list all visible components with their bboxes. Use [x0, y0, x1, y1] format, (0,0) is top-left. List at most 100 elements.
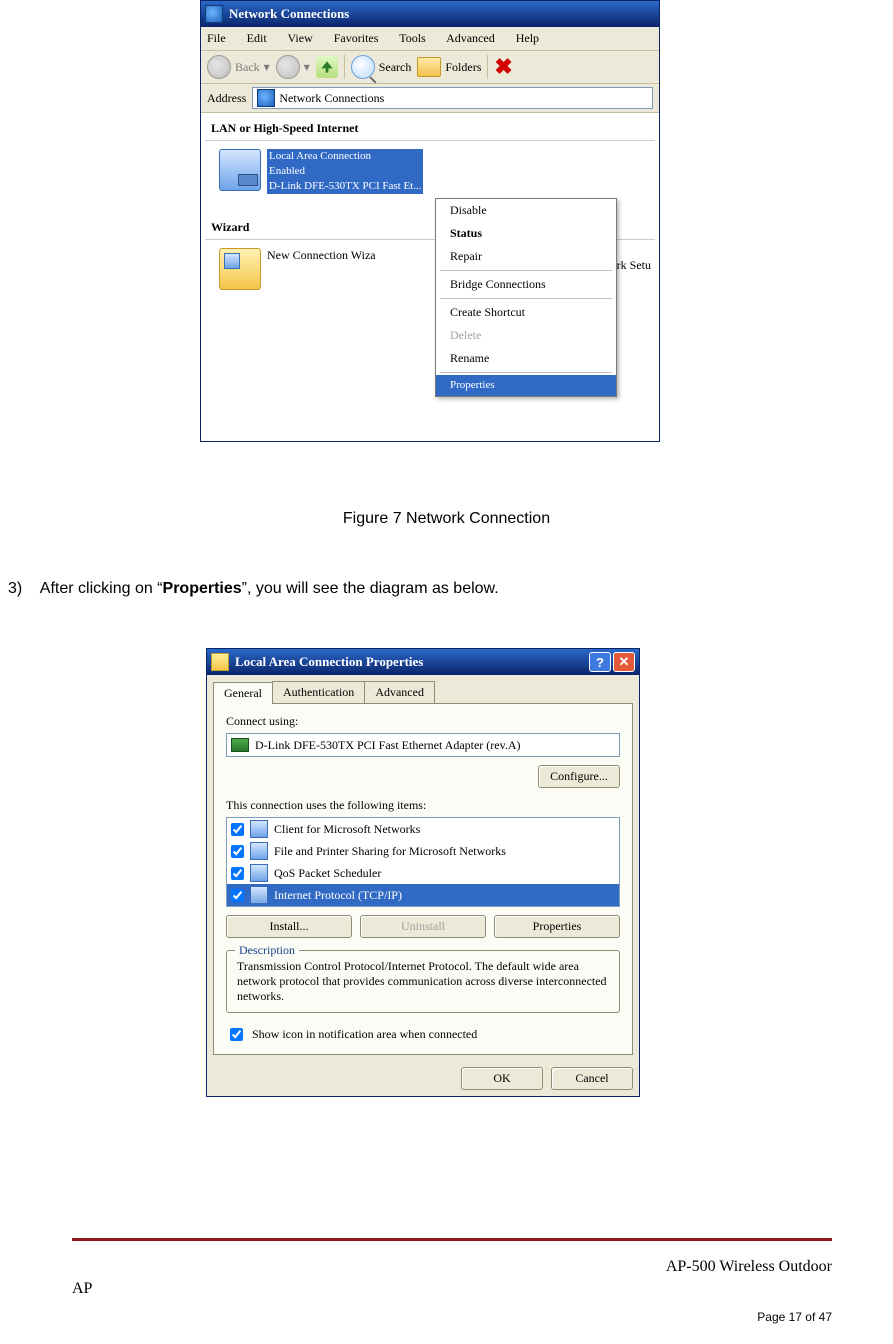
- list-item[interactable]: QoS Packet Scheduler: [227, 862, 619, 884]
- up-button[interactable]: [316, 56, 338, 78]
- tab-strip: General Authentication Advanced: [207, 675, 639, 703]
- adapter-field[interactable]: D-Link DFE-530TX PCI Fast Ethernet Adapt…: [226, 733, 620, 757]
- help-button[interactable]: ?: [589, 652, 611, 672]
- list-item-selected[interactable]: Internet Protocol (TCP/IP): [227, 884, 619, 906]
- window-title: Network Connections: [229, 6, 349, 22]
- title-bar[interactable]: Local Area Connection Properties ? ✕: [207, 649, 639, 675]
- chevron-down-icon: ▾: [304, 60, 310, 75]
- step-number: 3): [8, 580, 22, 597]
- item-label: QoS Packet Scheduler: [274, 866, 615, 881]
- menu-shortcut[interactable]: Create Shortcut: [436, 301, 616, 324]
- connect-using-label: Connect using:: [226, 714, 620, 729]
- context-menu: Disable Status Repair Bridge Connections…: [435, 198, 617, 397]
- search-label: Search: [379, 60, 412, 75]
- menu-bridge[interactable]: Bridge Connections: [436, 273, 616, 296]
- folders-button[interactable]: Folders: [417, 57, 481, 77]
- adapter-name: D-Link DFE-530TX PCI Fast Ethernet Adapt…: [255, 738, 521, 753]
- show-icon-checkbox[interactable]: Show icon in notification area when conn…: [226, 1025, 620, 1044]
- item-label: File and Printer Sharing for Microsoft N…: [274, 844, 615, 859]
- menu-properties[interactable]: Properties: [436, 375, 616, 396]
- show-icon-label: Show icon in notification area when conn…: [252, 1027, 477, 1042]
- address-value: Network Connections: [279, 91, 384, 106]
- show-icon-input[interactable]: [230, 1028, 243, 1041]
- menu-view[interactable]: View: [287, 31, 312, 45]
- close-button[interactable]: ✕: [613, 652, 635, 672]
- menu-advanced[interactable]: Advanced: [446, 31, 495, 45]
- list-item[interactable]: File and Printer Sharing for Microsoft N…: [227, 840, 619, 862]
- description-text: Transmission Control Protocol/Internet P…: [237, 959, 609, 1004]
- connection-device: D-Link DFE-530TX PCI Fast Et...: [267, 179, 423, 194]
- delete-icon[interactable]: ✖: [494, 54, 512, 80]
- search-icon: [351, 55, 375, 79]
- wizard-icon: [219, 248, 261, 290]
- connection-status: Enabled: [267, 164, 423, 179]
- footer-product: AP-500 Wireless Outdoor: [0, 1258, 832, 1276]
- configure-button[interactable]: Configure...: [538, 765, 620, 788]
- address-field[interactable]: Network Connections: [252, 87, 653, 109]
- separator: [440, 270, 612, 271]
- dialog-title: Local Area Connection Properties: [235, 654, 423, 670]
- item-label: Client for Microsoft Networks: [274, 822, 615, 837]
- menu-disable[interactable]: Disable: [436, 199, 616, 222]
- separator: [440, 298, 612, 299]
- menu-edit[interactable]: Edit: [247, 31, 267, 45]
- item-checkbox[interactable]: [231, 823, 244, 836]
- instr-post: ”, you will see the diagram as below.: [242, 580, 499, 597]
- item-label: Internet Protocol (TCP/IP): [274, 888, 615, 903]
- instr-bold: Properties: [163, 580, 242, 597]
- instruction-step-3: 3) After clicking on “Properties”, you w…: [8, 580, 499, 598]
- menu-file[interactable]: File: [207, 31, 226, 45]
- item-checkbox[interactable]: [231, 889, 244, 902]
- menu-favorites[interactable]: Favorites: [334, 31, 379, 45]
- new-connection-wizard-item[interactable]: New Connection Wiza: [205, 246, 390, 292]
- search-button[interactable]: Search: [351, 55, 412, 79]
- chevron-down-icon: ▾: [264, 60, 270, 75]
- list-item[interactable]: Client for Microsoft Networks: [227, 818, 619, 840]
- connection-name: Local Area Connection: [267, 149, 423, 164]
- uninstall-button: Uninstall: [360, 915, 486, 938]
- menu-status[interactable]: Status: [436, 222, 616, 245]
- network-icon: [257, 89, 275, 107]
- item-checkbox[interactable]: [231, 845, 244, 858]
- page-number: Page 17 of 47: [0, 1310, 832, 1324]
- tab-advanced[interactable]: Advanced: [364, 681, 435, 703]
- description-legend: Description: [235, 943, 299, 958]
- ok-button[interactable]: OK: [461, 1067, 543, 1090]
- nic-icon: [231, 738, 249, 752]
- network-icon: [205, 5, 223, 23]
- protocol-icon: [250, 886, 268, 904]
- general-panel: Connect using: D-Link DFE-530TX PCI Fast…: [213, 703, 633, 1055]
- toolbar: Back ▾ ▾ Search Folders ✖: [201, 51, 659, 84]
- folders-icon: [417, 57, 441, 77]
- description-group: Description Transmission Control Protoco…: [226, 950, 620, 1013]
- lan-connection-item[interactable]: Local Area Connection Enabled D-Link DFE…: [205, 147, 655, 196]
- properties-button[interactable]: Properties: [494, 915, 620, 938]
- menu-repair[interactable]: Repair: [436, 245, 616, 268]
- client-icon: [250, 820, 268, 838]
- title-bar[interactable]: Network Connections: [201, 1, 659, 27]
- address-label: Address: [207, 91, 246, 106]
- folders-label: Folders: [445, 60, 481, 75]
- tab-general[interactable]: General: [213, 682, 273, 704]
- menu-tools[interactable]: Tools: [399, 31, 426, 45]
- back-arrow-icon: [207, 55, 231, 79]
- forward-button[interactable]: ▾: [276, 55, 310, 79]
- tab-authentication[interactable]: Authentication: [272, 681, 365, 703]
- separator: [440, 372, 612, 373]
- lan-properties-dialog: Local Area Connection Properties ? ✕ Gen…: [206, 648, 640, 1097]
- item-checkbox[interactable]: [231, 867, 244, 880]
- separator: [487, 55, 488, 79]
- back-button[interactable]: Back ▾: [207, 55, 270, 79]
- cancel-button[interactable]: Cancel: [551, 1067, 633, 1090]
- menu-bar: File Edit View Favorites Tools Advanced …: [201, 27, 659, 51]
- connection-icon: [211, 653, 229, 671]
- footer-rule: [72, 1238, 832, 1241]
- install-button[interactable]: Install...: [226, 915, 352, 938]
- components-listbox[interactable]: Client for Microsoft Networks File and P…: [226, 817, 620, 907]
- menu-delete: Delete: [436, 324, 616, 347]
- service-icon: [250, 864, 268, 882]
- menu-rename[interactable]: Rename: [436, 347, 616, 370]
- lan-connection-icon: [219, 149, 261, 191]
- dialog-buttons: OK Cancel: [207, 1061, 639, 1096]
- menu-help[interactable]: Help: [516, 31, 539, 45]
